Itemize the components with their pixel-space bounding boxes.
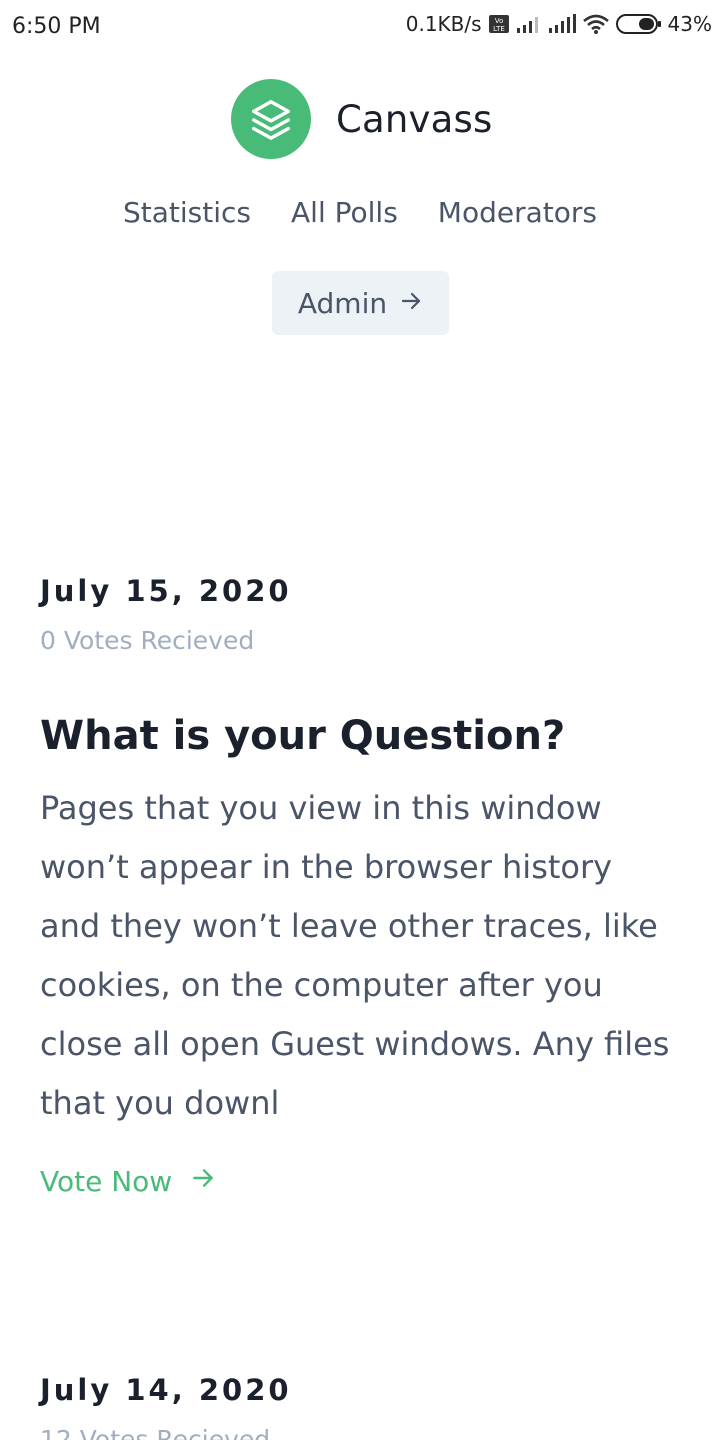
network-speed: 0.1KB/s [405, 12, 482, 36]
admin-button[interactable]: Admin [272, 271, 449, 335]
status-icons: 0.1KB/s Vo LTE 43% [406, 12, 712, 36]
vote-now-link[interactable]: Vote Now [40, 1165, 680, 1198]
battery-percent: 43% [667, 12, 712, 36]
main-nav: Statistics All Polls Moderators [0, 196, 720, 229]
nav-moderators[interactable]: Moderators [438, 196, 597, 229]
poll-date: July 14, 2020 [40, 1373, 292, 1407]
wifi-icon [582, 13, 610, 35]
poll-date: July 15, 2020 [40, 574, 292, 608]
status-time: 6:50 PM [12, 14, 101, 39]
poll-votes: 12 Votes Recieved [40, 1425, 271, 1440]
svg-text:Vo: Vo [494, 17, 503, 25]
signal-icon [548, 14, 576, 34]
nav-all-polls[interactable]: All Polls [291, 196, 398, 229]
brand-name: Canvass [336, 97, 493, 141]
arrow-right-icon [399, 287, 423, 320]
brand[interactable]: Canvass [231, 79, 492, 159]
arrow-right-icon [190, 1165, 216, 1198]
volte-icon: Vo LTE [488, 14, 510, 34]
page: 6:50 PM 0.1KB/s Vo LTE 43% Canvass Stati… [0, 0, 720, 1440]
poll-votes: 0 Votes Recieved [40, 626, 255, 655]
battery-icon [615, 13, 662, 35]
poll-card: July 14, 2020 12 Votes Recieved [40, 1373, 680, 1440]
admin-button-label: Admin [297, 286, 388, 320]
poll-card: July 15, 2020 0 Votes Recieved What is y… [40, 574, 680, 1198]
status-bar: 6:50 PM 0.1KB/s Vo LTE 43% [0, 0, 720, 56]
svg-text:LTE: LTE [493, 25, 505, 33]
signal-icon [516, 14, 542, 34]
poll-title[interactable]: What is your Question? [40, 713, 680, 759]
poll-description: Pages that you view in this window won’t… [40, 789, 670, 1122]
vote-now-label: Vote Now [40, 1165, 173, 1198]
nav-statistics[interactable]: Statistics [123, 196, 251, 229]
layers-icon [231, 79, 311, 159]
